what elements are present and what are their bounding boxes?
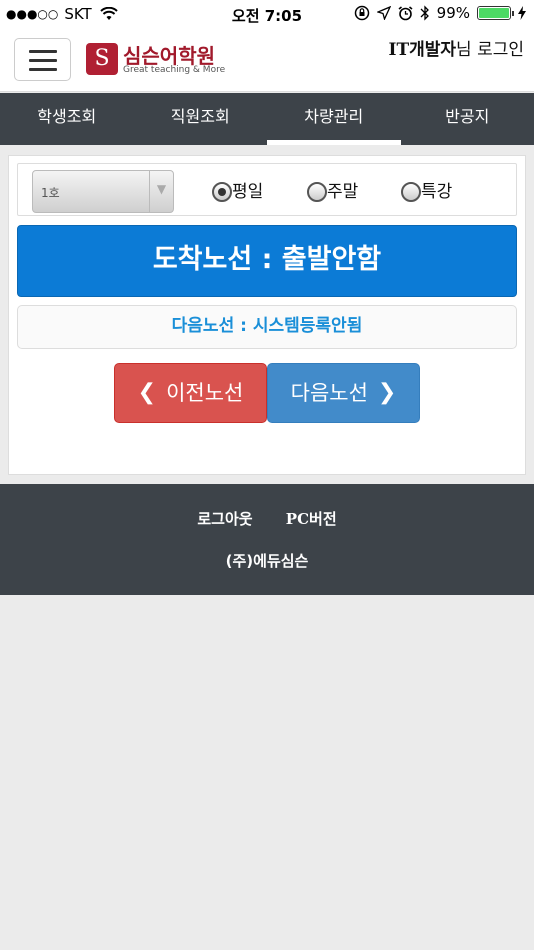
logo-subtitle: Great teaching & More: [123, 65, 226, 75]
radio-special[interactable]: 특강: [401, 176, 452, 202]
previous-route-label: 이전노선: [166, 381, 244, 405]
tab-class-notice[interactable]: 반공지: [401, 93, 534, 145]
user-login-status: IT개발자님 로그인: [389, 35, 525, 60]
chevron-left-icon: ❮: [137, 380, 157, 405]
status-right: 99%: [354, 4, 526, 22]
chevron-right-icon: ❯: [377, 380, 397, 405]
main-tabs: 학생조회 직원조회 차량관리 반공지: [0, 93, 534, 145]
logout-link[interactable]: 로그아웃: [197, 510, 252, 528]
arrival-route-status: 도착노선 : 출발안함: [17, 225, 517, 297]
charging-icon: [518, 6, 526, 20]
company-name: (주)에듀심슨: [225, 552, 309, 570]
location-icon: [376, 6, 391, 20]
radio-weekday[interactable]: 평일: [212, 176, 263, 202]
battery-percent: 99%: [436, 4, 470, 22]
menu-bar-icon: [29, 68, 57, 71]
footer-links: 로그아웃 PC버전: [0, 508, 534, 529]
status-bar: ●●●○○ SKT 오전 7:05 99%: [0, 0, 534, 28]
bluetooth-icon: [420, 5, 429, 21]
menu-bar-icon: [29, 50, 57, 53]
user-name: IT개발자: [388, 40, 457, 60]
next-route-status: 다음노선 : 시스템등록안됨: [17, 305, 517, 349]
radio-weekend[interactable]: 주말: [307, 176, 358, 202]
menu-bar-icon: [29, 59, 57, 62]
user-login-suffix: 님 로그인: [456, 40, 524, 60]
page-footer: 로그아웃 PC버전 (주)에듀심슨: [0, 484, 534, 595]
alarm-icon: [398, 5, 413, 20]
battery-icon: [477, 6, 514, 20]
radio-weekday-circle[interactable]: [212, 182, 232, 202]
tab-staff-search[interactable]: 직원조회: [134, 93, 268, 145]
radio-weekday-label: 평일: [232, 181, 264, 202]
radio-special-circle[interactable]: [401, 182, 421, 202]
radio-weekend-label: 주말: [327, 181, 359, 202]
lock-rotation-icon: [354, 5, 369, 21]
hamburger-menu-button[interactable]: [14, 38, 71, 81]
next-route-button[interactable]: 다음노선 ❯: [267, 363, 420, 423]
vehicle-panel: 1호 ▼ 평일 주말 특강 도착노선 : 출발안함 다음노선 : 시스템등록안됨…: [8, 155, 526, 475]
logo-mark-icon: S: [86, 43, 118, 75]
tab-student-search[interactable]: 학생조회: [0, 93, 134, 145]
vehicle-select[interactable]: 1호 ▼: [32, 170, 174, 213]
vehicle-select-value: 1호: [41, 186, 60, 200]
radio-weekend-circle[interactable]: [307, 182, 327, 202]
pc-version-link[interactable]: PC버전: [286, 510, 337, 528]
previous-route-button[interactable]: ❮ 이전노선: [114, 363, 267, 423]
next-route-label: 다음노선: [290, 381, 368, 405]
chevron-down-icon: ▼: [149, 171, 173, 212]
radio-special-label: 특강: [421, 181, 453, 202]
tab-vehicle-management[interactable]: 차량관리: [267, 93, 401, 145]
route-filter: 1호 ▼ 평일 주말 특강: [17, 163, 517, 216]
app-header: S 심슨어학원 Great teaching & More IT개발자님 로그인: [0, 28, 534, 92]
brand-logo[interactable]: S 심슨어학원 Great teaching & More: [86, 40, 226, 80]
